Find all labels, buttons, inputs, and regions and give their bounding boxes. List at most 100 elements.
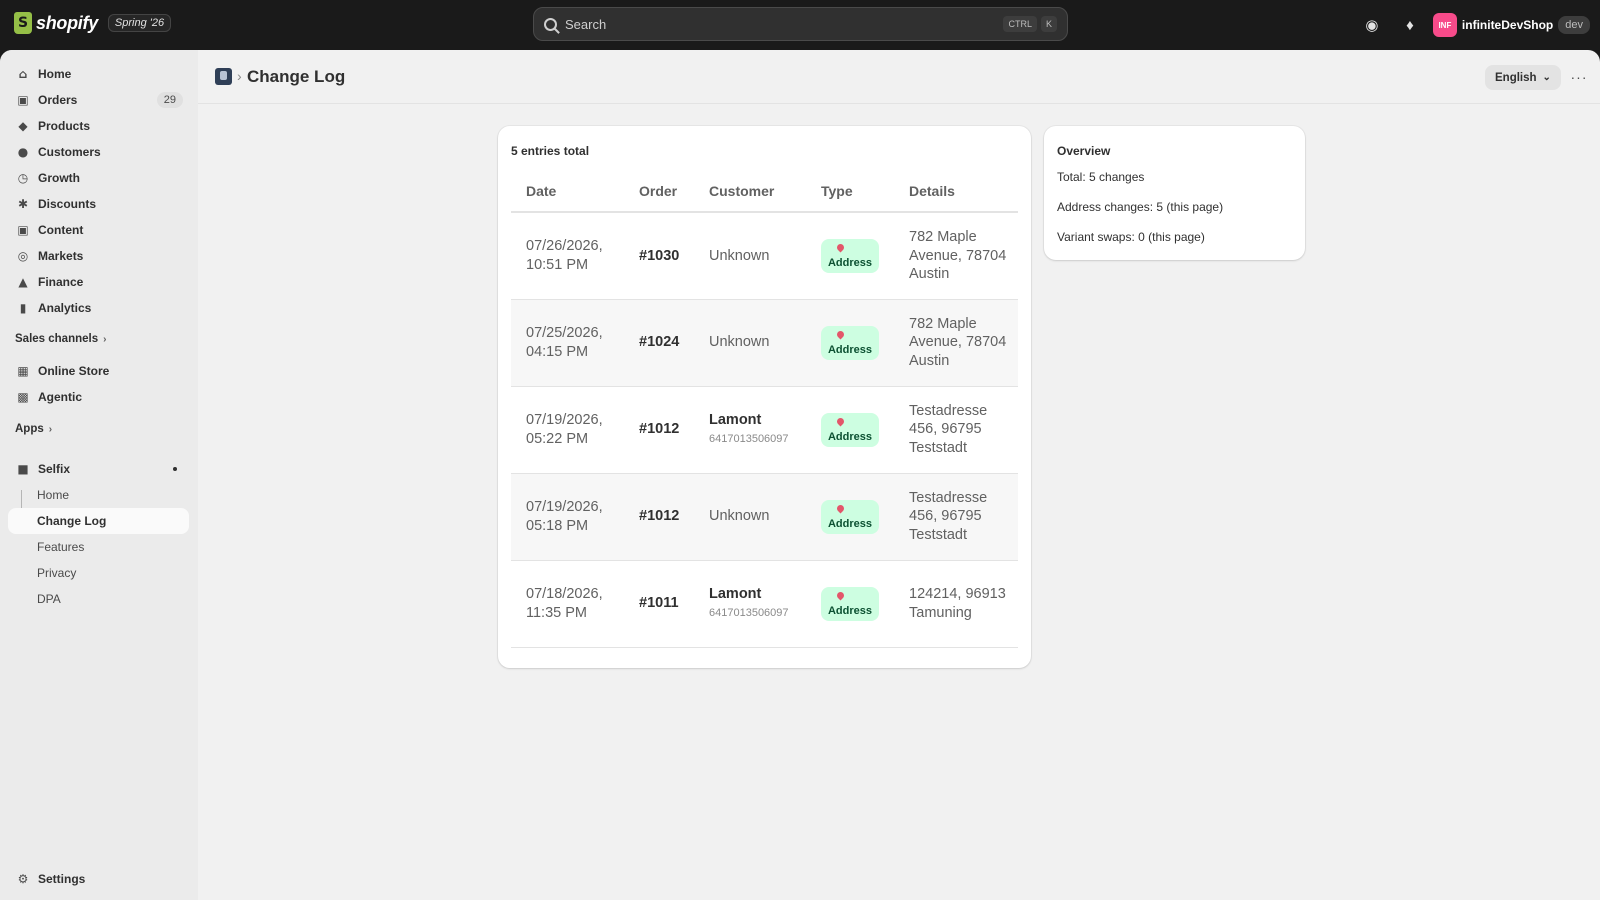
bar-chart-icon: ▮ [19,301,27,315]
pin-icon [835,242,845,253]
sidebar-sub-privacy[interactable]: Privacy [8,560,189,586]
cell-details: Testadresse 456, 96795 Teststadt [894,473,1018,561]
sidebar-item-online-store[interactable]: ▦ Online Store [8,358,189,384]
sidebar-sub-features[interactable]: Features [8,534,189,560]
brand-name: shopify [36,12,98,33]
sidebar-item-discounts[interactable]: ✱ Discounts [8,191,189,217]
sidebar-sub-home[interactable]: Home [8,482,189,508]
order-link[interactable]: #1030 [639,248,679,264]
customer-name[interactable]: Lamont [709,411,806,430]
chevron-right-icon: › [103,333,107,345]
store-icon: ▦ [17,364,29,378]
sidebar-item-home[interactable]: ⌂ Home [8,61,189,87]
table-row[interactable]: 07/19/2026, 05:18 PM #1012 Unknown Addre… [511,473,1018,561]
type-badge: Address [821,239,879,274]
pin-icon [835,590,845,601]
shop-name[interactable]: infiniteDevShop [1462,18,1553,32]
customer-id: 6417013506097 [709,432,789,445]
cell-date: 07/26/2026, 10:51 PM [511,212,624,300]
shop-avatar[interactable]: INF [1432,13,1457,37]
type-badge: Address [821,587,879,621]
sidebar-item-growth[interactable]: ◷ Growth [8,165,189,191]
sidebar-item-content[interactable]: ▣ Content [8,217,189,243]
admin-frame: ⌂ Home ▣ Orders 29 ◆ Products ● Customers ◷ Gr… [0,50,1600,900]
sales-channels-header[interactable]: Sales channels › [15,333,106,345]
customer-name: Unknown [709,508,770,525]
pin-icon [835,329,845,340]
top-bar: shopify Spring '26 Search CTRL K ◉ ♦ INF… [0,0,1600,50]
search-bar[interactable]: Search CTRL K [533,7,1068,41]
bell-icon[interactable]: ♦ [1395,10,1425,40]
sidebar-item-finance[interactable]: ▲ Finance [8,269,189,295]
cell-date: 07/19/2026, 05:18 PM [511,473,624,561]
person-icon: ● [17,145,29,159]
column-header-date: Date [511,170,624,213]
shortcut-key-k: K [1040,16,1057,32]
sidebar-item-orders[interactable]: ▣ Orders 29 [8,87,189,113]
tag-icon: ◆ [18,119,28,133]
agent-icon: ▩ [17,390,29,404]
column-header-customer: Customer [694,170,806,213]
chevron-down-icon: ⌄ [1542,72,1551,83]
cell-date: 07/25/2026, 04:15 PM [511,299,624,387]
app-breadcrumb-icon[interactable] [215,68,232,85]
order-link[interactable]: #1012 [639,508,679,524]
overview-title: Overview [1057,144,1111,158]
table-row[interactable]: 07/25/2026, 04:15 PM #1024 Unknown Addre… [511,299,1018,387]
sidebar-item-markets[interactable]: ◎ Markets [8,243,189,269]
discount-icon: ✱ [17,197,29,211]
order-link[interactable]: #1024 [639,334,679,350]
customer-name[interactable]: Lamont [709,585,806,604]
order-link[interactable]: #1011 [639,595,679,611]
type-badge: Address [821,500,879,534]
page-title: Change Log [247,67,346,86]
apps-header[interactable]: Apps › [15,423,52,435]
app-icon: ■ [17,462,29,476]
monitor-icon: ▣ [17,223,29,237]
type-badge: Address [821,326,879,360]
cell-details: 782 Maple Avenue, 78704 Austin [894,212,1018,300]
overview-total: Total: 5 changes [1057,170,1145,184]
sidekick-icon[interactable]: ◉ [1357,10,1387,40]
sidebar-item-settings[interactable]: ⚙ Settings [8,866,189,892]
customer-id: 6417013506097 [709,606,789,619]
pin-indicator [173,467,177,471]
table-row[interactable]: 07/18/2026, 11:35 PM #1011 Lamont 6417013… [511,560,1018,648]
shopify-bag-icon [14,12,32,34]
change-log-table: Date Order Customer Type Details 07/26/2… [511,170,1018,648]
table-row[interactable]: 07/26/2026, 10:51 PM #1030 Unknown Addre… [511,212,1018,300]
shortcut-key-ctrl: CTRL [1003,16,1037,32]
customer-name: Unknown [709,334,770,351]
sidebar-sub-dpa[interactable]: DPA [8,586,189,612]
edition-badge: Spring '26 [107,14,172,32]
breadcrumb-chevron-icon: › [237,68,242,84]
globe-icon: ◎ [17,249,29,263]
search-icon [544,17,557,31]
overview-card: Overview Total: 5 changes Address change… [1044,126,1305,260]
orders-count-badge: 29 [156,92,183,108]
sidebar-item-analytics[interactable]: ▮ Analytics [8,295,189,321]
gear-icon: ⚙ [17,872,29,886]
more-actions-icon[interactable]: ··· [1566,64,1592,90]
home-icon: ⌂ [18,67,28,81]
column-header-details: Details [894,170,1018,213]
gauge-icon: ◷ [17,171,29,185]
customer-name: Unknown [709,247,770,264]
sidebar-sub-change-log[interactable]: Change Log [8,508,189,534]
sidebar-item-selfix[interactable]: ■ Selfix [8,456,189,482]
orders-icon: ▣ [17,93,29,107]
sidebar-item-products[interactable]: ◆ Products [8,113,189,139]
sidebar-item-customers[interactable]: ● Customers [8,139,189,165]
order-link[interactable]: #1012 [639,421,679,437]
sidebar: ⌂ Home ▣ Orders 29 ◆ Products ● Customers ◷ Gr… [0,50,198,900]
bank-icon: ▲ [18,275,28,289]
table-row[interactable]: 07/19/2026, 05:22 PM #1012 Lamont 6417013… [511,386,1018,474]
table-header-row: Date Order Customer Type Details [511,170,1018,213]
language-select[interactable]: English ⌄ [1485,65,1561,90]
sidebar-item-agentic[interactable]: ▩ Agentic [8,384,189,410]
cell-details: 782 Maple Avenue, 78704 Austin [894,299,1018,387]
shopify-logo[interactable]: shopify Spring '26 [14,12,172,34]
overview-address-changes: Address changes: 5 (this page) [1057,200,1224,214]
column-header-type: Type [806,170,894,213]
search-input[interactable]: Search [565,17,999,32]
